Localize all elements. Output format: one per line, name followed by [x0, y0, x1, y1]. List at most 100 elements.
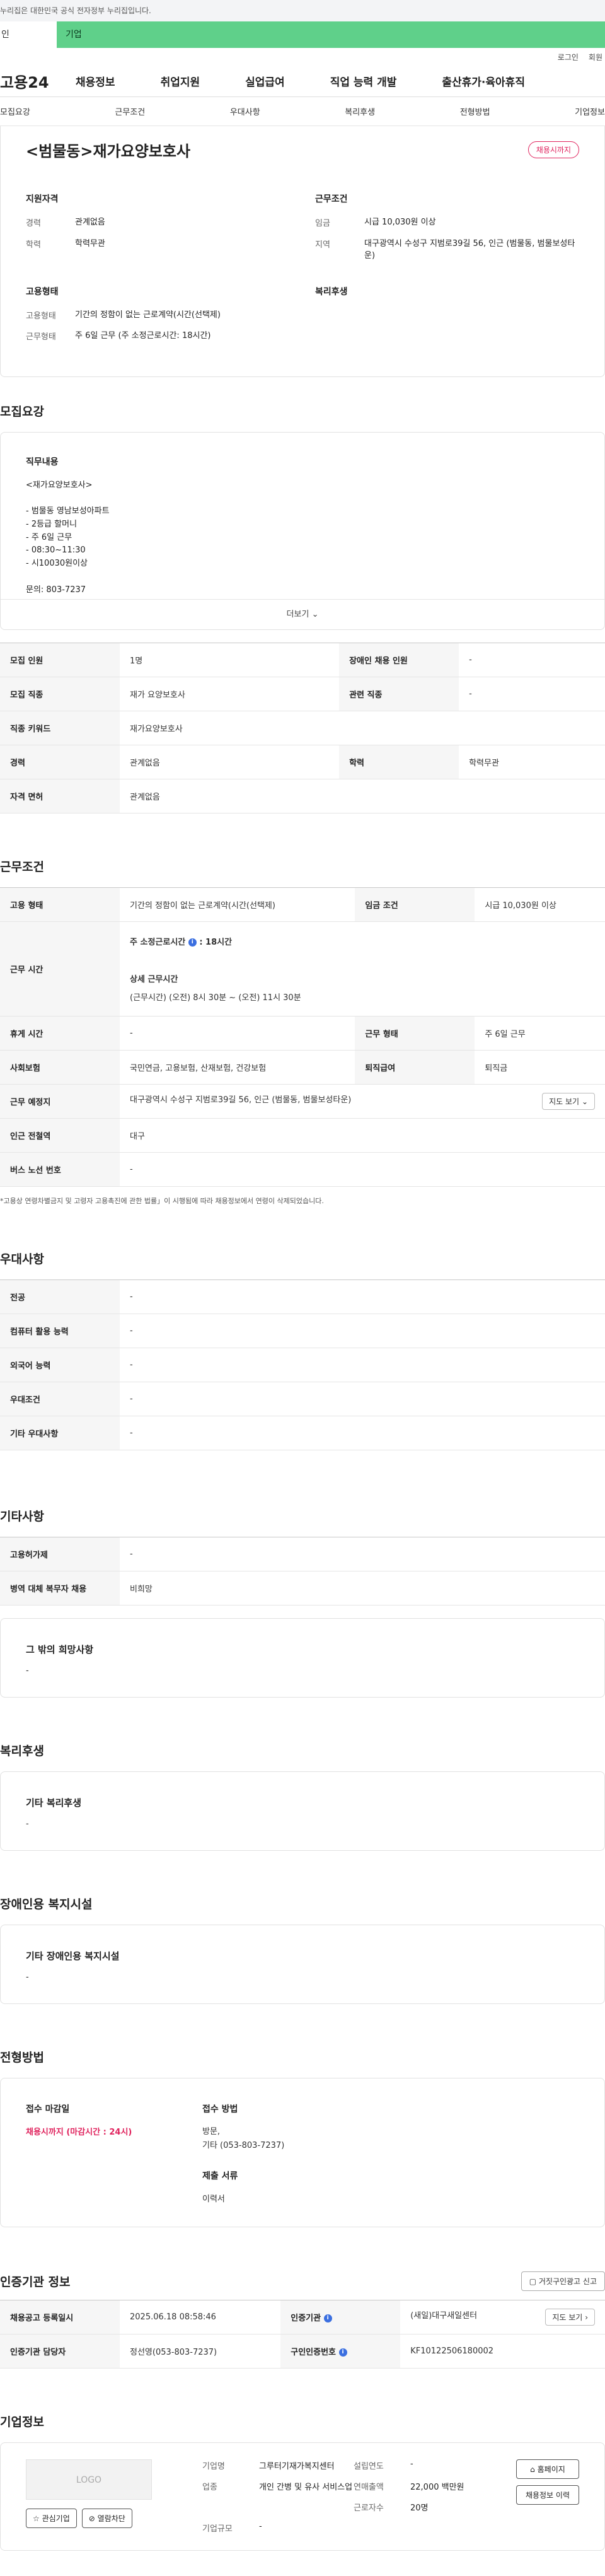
block-icon: ⊘: [88, 2514, 95, 2523]
info-icon[interactable]: i: [323, 2314, 332, 2322]
age-note: *고용상 연령차별금지 및 고령자 고용촉진에 관한 법률」이 시행됨에 따라 …: [0, 1196, 324, 1205]
subnav-conditions[interactable]: 근무조건: [115, 105, 145, 117]
welfare-box: 기타 복리후생 -: [0, 1771, 605, 1851]
table-row: 근무 시간 주 소정근로시간 i : 18시간 상세 근무시간 (근무시간) (…: [0, 921, 605, 1017]
report-button[interactable]: ▢ 거짓구인광고 신고: [521, 2271, 605, 2291]
cell-key: 자격 면허: [0, 779, 120, 813]
subnav-welfare[interactable]: 복리후생: [345, 105, 375, 117]
condition-heading: 근무조건: [315, 194, 348, 204]
duty-heading: 직무내용: [26, 457, 59, 467]
recruit-table: 모집 인원 1명 장애인 채용 인원 - 모집 직종 재가 요양보호사 관련 직종 - 직종…: [0, 642, 605, 813]
num-key: 구인인증번호: [291, 2347, 336, 2357]
org-cell: (새일)대구새일센터 지도 보기 ›: [400, 2299, 605, 2334]
gnb-unemployment-benefit[interactable]: 실업급여: [245, 73, 285, 89]
gnb-jobs[interactable]: 채용정보: [76, 73, 115, 89]
cell-key: 퇴직급여: [355, 1050, 475, 1085]
edu-label: 학력: [26, 240, 41, 250]
job-title: <범물동>재가요양보호사: [26, 143, 191, 160]
cell-key: 고용 형태: [0, 887, 120, 922]
tab-person[interactable]: 인: [0, 21, 57, 48]
table-row: 인증기관 담당자 정선영(053-803-7237) 구인인증번호 i KF10122…: [0, 2334, 605, 2369]
disabled-title: 장애인용 복지시설: [0, 1897, 93, 1911]
subnav-company[interactable]: 기업정보: [575, 105, 605, 117]
cell-value: 비희망: [120, 1571, 605, 1606]
company-emp-value: 20명: [410, 2503, 429, 2513]
company-logo: LOGO: [26, 2459, 152, 2500]
place-value: 대구광역시 수성구 지범로39길 56, 인근 (범물동, 범물보성타운): [130, 1095, 352, 1105]
chevron-right-icon: ›: [585, 2312, 588, 2322]
login-link[interactable]: 로그인: [558, 52, 579, 62]
subnav-preference[interactable]: 우대사항: [230, 105, 260, 117]
map-button[interactable]: 지도 보기 ⌄: [542, 1092, 595, 1110]
table-row: 모집 직종 재가 요양보호사 관련 직종 -: [0, 677, 605, 711]
conditions-title: 근무조건: [0, 860, 44, 874]
table-row: 전공 -: [0, 1279, 605, 1314]
place-cell: 대구광역시 수성구 지범로39길 56, 인근 (범물동, 범물보성타운) 지도 …: [120, 1084, 605, 1119]
join-link[interactable]: 회원: [589, 52, 602, 62]
cell-key: 인증기관 담당자: [0, 2334, 120, 2369]
tab-company[interactable]: 기업: [57, 21, 605, 48]
block-label: 열람차단: [97, 2514, 125, 2523]
etc-title: 기타사항: [0, 1509, 44, 1524]
job-history-button[interactable]: 채용정보 이력: [516, 2485, 579, 2505]
preference-table: 전공 - 컴퓨터 활용 능력 - 외국어 능력 - 우대조건 - 기타 우대사항 -: [0, 1279, 605, 1450]
cell-value: 재가요양보호사: [120, 711, 605, 745]
cell-key: 임금 조건: [355, 887, 475, 922]
cell-key: 우대조건: [0, 1382, 120, 1416]
cell-key: 전공: [0, 1279, 120, 1314]
table-row: 버스 노선 번호 -: [0, 1152, 605, 1187]
cell-key: 모집 직종: [0, 677, 120, 711]
section-nav: 모집요강 근무조건 우대사항 복리후생 전형방법 기업정보: [0, 97, 605, 126]
global-nav: 고용24 채용정보 취업지원 실업급여 직업 능력 개발 출산휴가·육아휴직: [0, 66, 605, 97]
cell-value: 국민연금, 고용보험, 산재보험, 건강보험: [120, 1050, 355, 1085]
more-button[interactable]: 더보기 ⌄: [1, 598, 604, 629]
table-row: 인근 전철역 대구: [0, 1118, 605, 1153]
career-label: 경력: [26, 219, 41, 228]
cell-value: 시급 10,030원 이상: [475, 887, 605, 922]
disabled-box-value: -: [26, 1972, 29, 1982]
company-year-value: -: [410, 2459, 413, 2469]
disabled-box: 기타 장애인용 복지시설 -: [0, 1924, 605, 2004]
cell-key: 근무 예정지: [0, 1084, 120, 1119]
site-logo[interactable]: 고용24: [0, 70, 76, 92]
agency-title: 인증기관 정보: [0, 2275, 71, 2289]
cell-key: 기타 우대사항: [0, 1416, 120, 1450]
table-row: 기타 우대사항 -: [0, 1416, 605, 1450]
cell-key: 컴퓨터 활용 능력: [0, 1314, 120, 1348]
cell-key: 외국어 능력: [0, 1348, 120, 1382]
subnav-apply[interactable]: 전형방법: [460, 105, 490, 117]
gnb-leave[interactable]: 출산휴가·육아휴직: [442, 73, 525, 89]
status-badge: 채용시까지: [527, 141, 579, 158]
homepage-button[interactable]: ⌂ 홈페이지: [516, 2459, 579, 2479]
favorite-button[interactable]: ☆ 관심기업: [26, 2508, 77, 2528]
edu-value: 학력무관: [75, 238, 105, 248]
report-button-label: 거짓구인광고 신고: [538, 2276, 597, 2286]
gnb-employment-support[interactable]: 취업지원: [161, 73, 200, 89]
info-icon[interactable]: i: [188, 938, 197, 947]
gnb-job-training[interactable]: 직업 능력 개발: [330, 73, 397, 89]
cell-key: 근무 시간: [0, 921, 120, 1017]
document-icon: ▢: [529, 2276, 537, 2286]
cell-key: 경력: [0, 745, 120, 779]
employment-heading: 고용형태: [26, 286, 59, 297]
etc-box-value: -: [26, 1665, 29, 1676]
cell-key: 인근 전철역: [0, 1118, 120, 1153]
table-row: 사회보험 국민연금, 고용보험, 산재보험, 건강보험 퇴직급여 퇴직금: [0, 1050, 605, 1085]
agency-map-button[interactable]: 지도 보기 ›: [545, 2308, 595, 2326]
chevron-down-icon: ⌄: [311, 609, 319, 619]
etc-box-heading: 그 밖의 희망사항: [26, 1643, 94, 1655]
table-row: 병역 대체 복무자 채용 비희망: [0, 1571, 605, 1606]
deadline-value: 채용시까지 (마감시간 : 24시): [26, 2127, 132, 2137]
welfare-box-value: -: [26, 1819, 29, 1829]
career-value: 관계없음: [75, 218, 105, 227]
region-label: 지역: [315, 240, 330, 250]
duty-text: <재가요양보호사> - 범물동 영남보성아파트 - 2등급 할머니 - 주 6일…: [26, 480, 110, 595]
block-button[interactable]: ⊘ 열람차단: [81, 2508, 132, 2528]
utility-menu: 로그인 회원: [0, 48, 605, 66]
cell-value: -: [459, 677, 605, 711]
apply-card: 접수 마감일 채용시까지 (마감시간 : 24시) 접수 방법 방문, 기타 (…: [0, 2077, 605, 2227]
subnav-recruit[interactable]: 모집요강: [0, 105, 30, 117]
info-icon[interactable]: i: [338, 2348, 347, 2357]
cell-key: 채용공고 등록일시: [0, 2299, 120, 2334]
region-value: 대구광역시 수성구 지범로39길 56, 인근 (범물동, 범물보성타운): [364, 238, 575, 261]
